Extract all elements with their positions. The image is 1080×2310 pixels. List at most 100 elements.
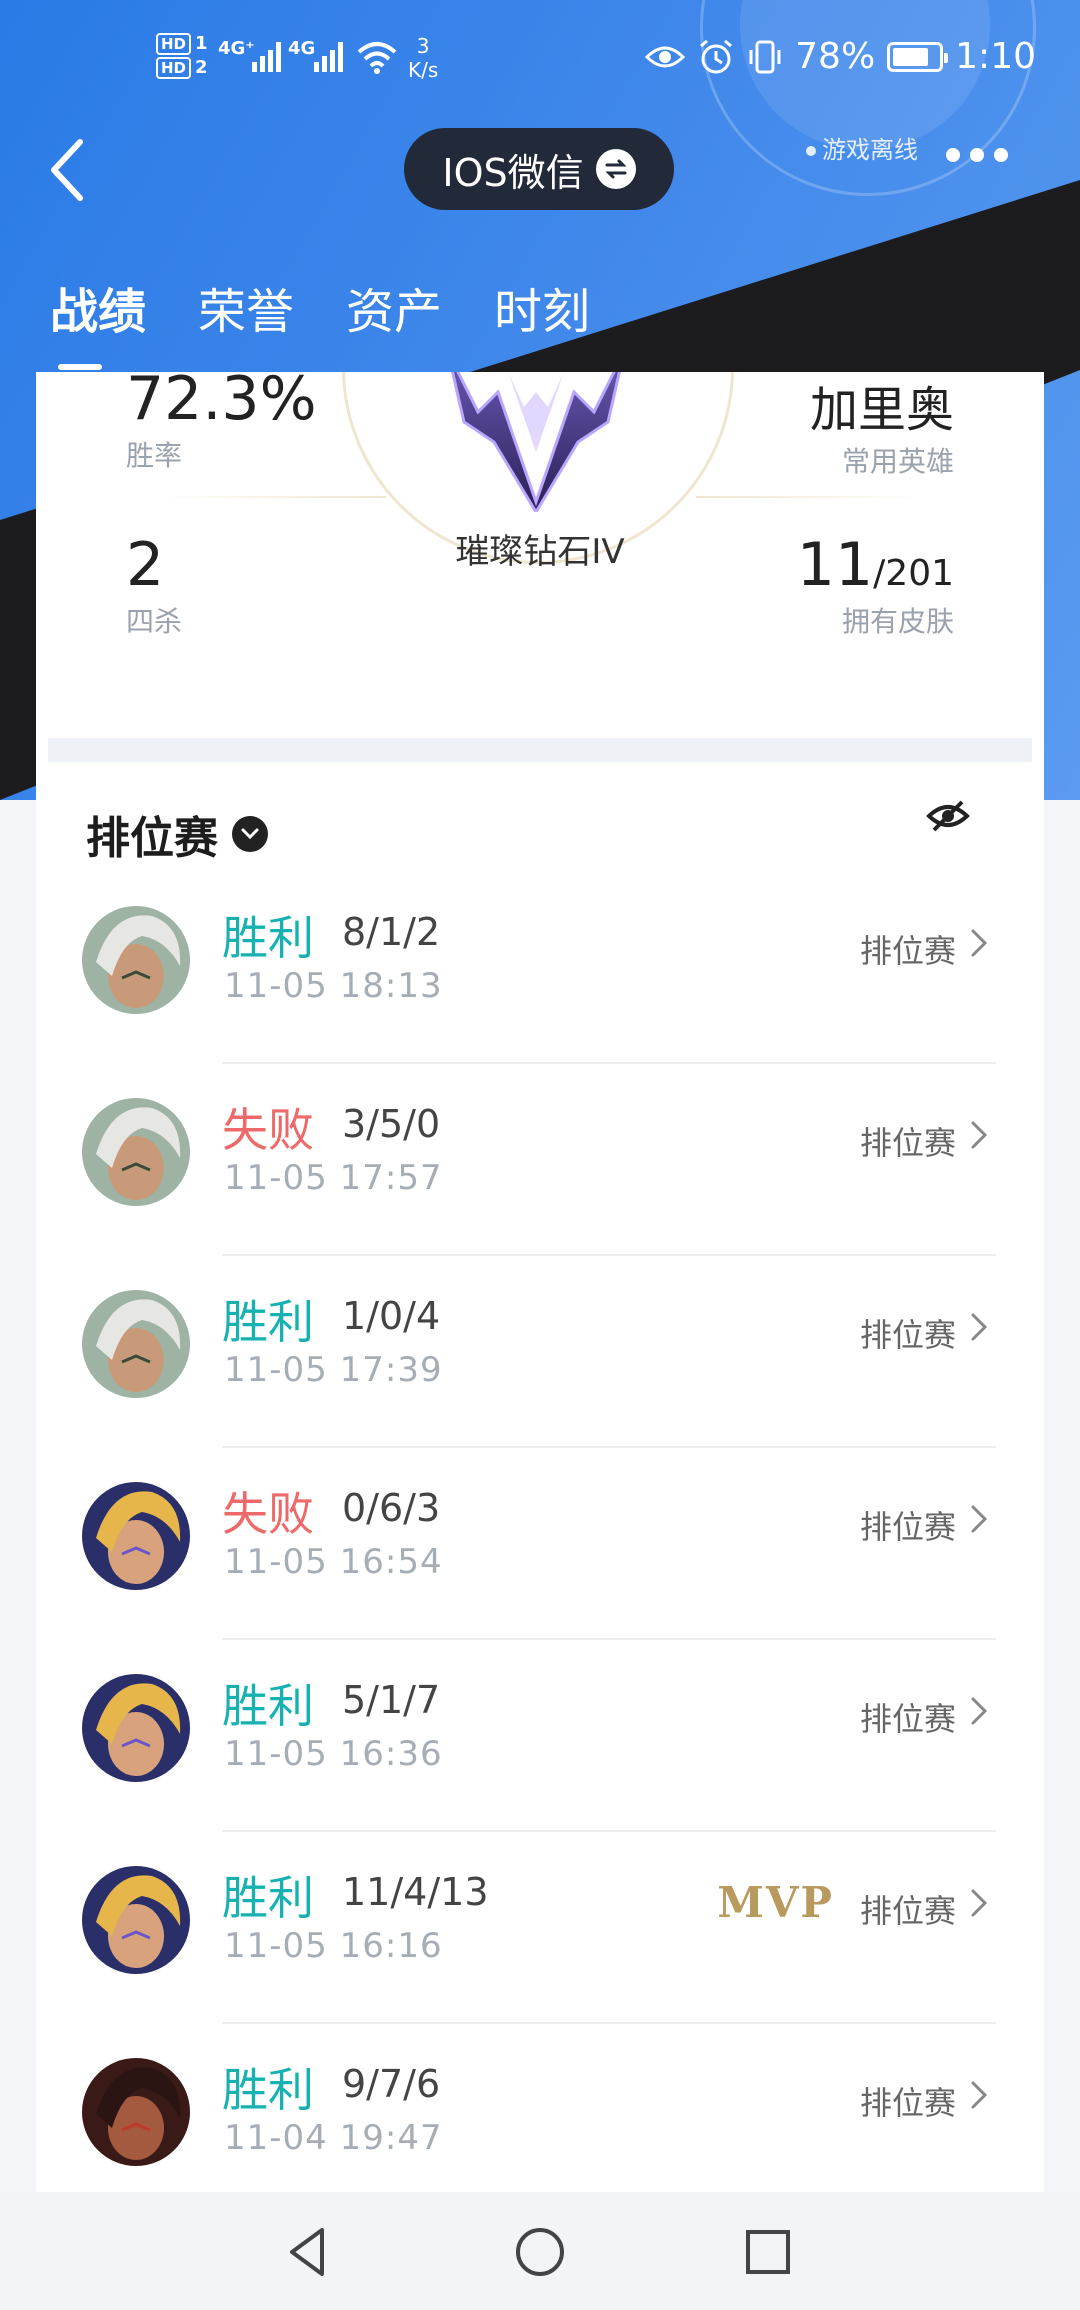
chevron-right-icon — [971, 2081, 988, 2109]
hd2-icon: HD 2 — [156, 56, 208, 80]
match-time: 11-05 16:36 — [224, 1734, 443, 1774]
match-time: 11-05 16:54 — [224, 1542, 443, 1582]
status-bar: HD 1 HD 2 4G⁺ 4G 3 K/s 78% 1:10 — [0, 0, 1080, 120]
tab-moments[interactable]: 时刻 — [494, 272, 590, 342]
match-mode: 排位赛 — [859, 1316, 956, 1354]
home-nav-icon[interactable] — [510, 2222, 570, 2282]
system-nav-bar — [0, 2192, 1080, 2310]
match-row[interactable]: 胜利 5/1/7 11-05 16:36 排位赛 — [36, 1640, 1044, 1832]
alarm-icon — [700, 39, 733, 73]
account-title: IOS微信 — [442, 150, 584, 195]
match-row[interactable]: 失败 0/6/3 11-05 16:54 排位赛 — [36, 1448, 1044, 1640]
hero-avatar — [82, 1866, 190, 1974]
back-button[interactable] — [40, 130, 100, 210]
tab-bar: 战绩 荣誉 资产 时刻 — [50, 272, 590, 370]
hero-value: 加里奥 — [809, 382, 954, 438]
match-time: 11-05 17:57 — [224, 1158, 443, 1198]
clock: 1:10 — [955, 36, 1036, 77]
divider-left — [156, 496, 386, 498]
chevron-right-icon — [971, 1313, 988, 1341]
hero-stat[interactable]: 加里奥 常用英雄 — [810, 372, 954, 480]
match-result: 失败 — [222, 1103, 314, 1157]
rank-emblem-icon — [451, 372, 621, 512]
mvp-badge: MVP — [717, 1878, 834, 1927]
hero-label: 常用英雄 — [841, 445, 954, 478]
status-right: 78% 1:10 — [645, 36, 1036, 77]
chevron-down-icon — [232, 816, 268, 852]
win-rate-value: 72.3% — [126, 372, 317, 434]
network-speed: 3 K/s — [408, 34, 439, 82]
hd1-icon: HD 1 — [156, 32, 208, 56]
match-kda: 8/1/2 — [342, 910, 441, 954]
quadra-stat: 2 四杀 — [126, 530, 182, 640]
back-arrow-icon — [51, 139, 83, 201]
divider-right — [696, 496, 926, 498]
more-button[interactable] — [946, 148, 1008, 162]
win-rate-label: 胜率 — [126, 439, 183, 472]
skins-value: 11/201 — [796, 530, 954, 600]
match-kda: 9/7/6 — [342, 2062, 441, 2106]
match-mode: 排位赛 — [859, 2084, 956, 2122]
match-row[interactable]: 失败 3/5/0 11-05 17:57 排位赛 — [36, 1064, 1044, 1256]
hd-badges: HD 1 HD 2 — [156, 32, 208, 80]
match-kda: 5/1/7 — [342, 1678, 441, 1722]
quadra-label: 四杀 — [126, 605, 183, 638]
hero-avatar — [82, 1482, 190, 1590]
signal-icon — [252, 42, 281, 72]
match-row[interactable]: 胜利 11/4/13 11-05 16:16 MVP 排位赛 — [36, 1832, 1044, 2024]
chevron-right-icon — [971, 1121, 988, 1149]
skins-stat[interactable]: 11/201 拥有皮肤 — [797, 530, 954, 640]
match-mode: 排位赛 — [859, 1700, 956, 1738]
skins-label: 拥有皮肤 — [841, 605, 954, 638]
match-mode: 排位赛 — [859, 932, 956, 970]
section-title: 排位赛 — [86, 813, 218, 864]
tab-record[interactable]: 战绩 — [50, 272, 146, 370]
match-result: 失败 — [222, 1487, 314, 1541]
chevron-right-icon — [971, 1697, 988, 1725]
match-result: 胜利 — [222, 1679, 314, 1733]
battery-percent: 78% — [795, 36, 876, 77]
network1-label: 4G⁺ — [218, 38, 255, 59]
tab-honor[interactable]: 荣誉 — [198, 272, 294, 342]
match-mode: 排位赛 — [859, 1892, 956, 1930]
match-kda: 3/5/0 — [342, 1102, 441, 1146]
hero-avatar — [82, 2058, 190, 2166]
game-status: 游戏离线 — [806, 130, 918, 165]
swap-icon — [595, 149, 636, 189]
match-time: 11-04 19:47 — [224, 2118, 443, 2158]
battery-icon — [887, 41, 949, 72]
hero-avatar — [82, 1290, 190, 1398]
match-result: 胜利 — [222, 1295, 314, 1349]
chevron-right-icon — [971, 1505, 988, 1533]
win-rate-stat: 72.3% 胜率 — [126, 372, 317, 474]
account-switch-pill[interactable]: IOS微信 — [404, 128, 674, 210]
match-time: 11-05 18:13 — [224, 966, 443, 1006]
status-dot — [806, 146, 816, 156]
signal2-icon — [314, 42, 343, 72]
match-time: 11-05 16:16 — [224, 1926, 443, 1966]
section-gap — [48, 738, 1032, 762]
hero-avatar — [82, 1098, 190, 1206]
back-nav-icon[interactable] — [278, 2222, 338, 2282]
vibrate-icon — [749, 40, 781, 73]
match-time: 11-05 17:39 — [224, 1350, 443, 1390]
match-row[interactable]: 胜利 9/7/6 11-04 19:47 排位赛 — [36, 2024, 1044, 2192]
eye-icon — [645, 46, 686, 67]
match-result: 胜利 — [222, 2063, 314, 2117]
recent-apps-icon[interactable] — [738, 2222, 798, 2282]
match-row[interactable]: 胜利 1/0/4 11-05 17:39 排位赛 — [36, 1256, 1044, 1448]
chevron-right-icon — [971, 929, 988, 957]
match-mode: 排位赛 — [859, 1124, 956, 1162]
match-mode: 排位赛 — [859, 1508, 956, 1546]
network2-label: 4G — [288, 38, 316, 59]
hide-eye-icon[interactable] — [926, 796, 970, 836]
match-kda: 11/4/13 — [342, 1870, 489, 1914]
record-card: 璀璨钻石IV 72.3% 胜率 2 四杀 加里奥 常用英雄 11/201 拥有皮… — [36, 372, 1044, 2192]
hero-avatar — [82, 906, 190, 1014]
match-row[interactable]: 胜利 8/1/2 11-05 18:13 排位赛 — [36, 872, 1044, 1064]
hero-avatar — [82, 1674, 190, 1782]
mode-dropdown[interactable]: 排位赛 — [86, 802, 268, 866]
quadra-value: 2 — [126, 530, 165, 600]
tab-assets[interactable]: 资产 — [346, 272, 442, 342]
match-result: 胜利 — [222, 1871, 314, 1925]
